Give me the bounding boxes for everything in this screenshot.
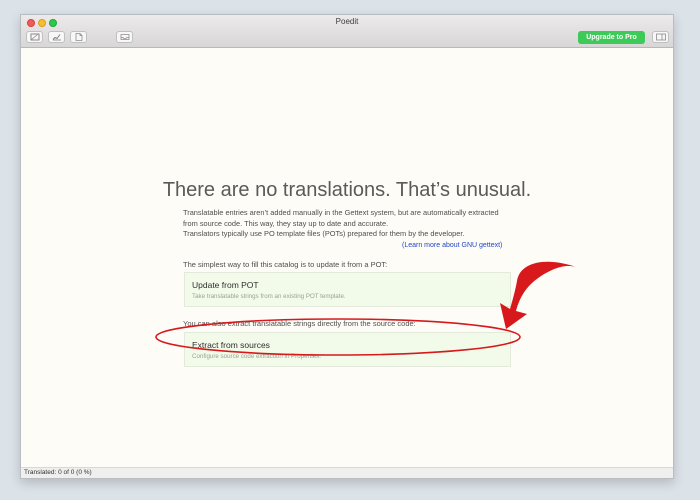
poedit-window: Poedit Upgrade to Pro There are no trans… <box>20 14 674 479</box>
gettext-description: Translatable entries aren’t added manual… <box>183 208 523 240</box>
window-title: Poedit <box>335 17 359 26</box>
description-line: Translatable entries aren’t added manual… <box>183 208 499 217</box>
document-toolbar-button[interactable] <box>70 31 87 43</box>
translation-status-bar: Translated: 0 of 0 (0 %) <box>21 467 673 478</box>
extract-from-sources-action[interactable]: Extract from sources Configure source co… <box>184 332 511 367</box>
empty-state-heading: There are no translations. That’s unusua… <box>162 179 532 201</box>
description-line: Translators typically use PO template fi… <box>183 229 465 238</box>
window-toolbar-button[interactable] <box>26 31 43 43</box>
sidebar-icon <box>655 33 666 41</box>
extract-section-intro: You can also extract translatable string… <box>183 319 416 328</box>
sidebar-toolbar-button[interactable] <box>652 31 669 43</box>
upgrade-to-pro-button[interactable]: Upgrade to Pro <box>578 31 645 44</box>
document-icon <box>75 33 82 41</box>
inbox-icon <box>120 34 129 40</box>
window-titlebar: Poedit Upgrade to Pro <box>21 15 673 48</box>
description-line: from source code. This way, they stay up… <box>183 218 389 228</box>
update-from-pot-action[interactable]: Update from POT Take translatable string… <box>184 272 511 307</box>
inbox-toolbar-button[interactable] <box>116 31 133 43</box>
extract-from-sources-subtitle: Configure source code extraction in Prop… <box>192 353 321 360</box>
window-icon <box>30 33 39 41</box>
extract-from-sources-title: Extract from sources <box>192 340 270 350</box>
learn-more-gettext-link[interactable]: (Learn more about GNU gettext) <box>402 241 502 251</box>
chart-icon <box>52 34 61 41</box>
statistics-toolbar-button[interactable] <box>48 31 65 43</box>
screenshot-page: Poedit Upgrade to Pro There are no trans… <box>0 0 700 500</box>
empty-catalog-panel: There are no translations. That’s unusua… <box>21 48 673 466</box>
update-section-intro: The simplest way to fill this catalog is… <box>183 260 388 269</box>
update-from-pot-subtitle: Take translatable strings from an existi… <box>192 293 346 300</box>
update-from-pot-title: Update from POT <box>192 280 259 290</box>
